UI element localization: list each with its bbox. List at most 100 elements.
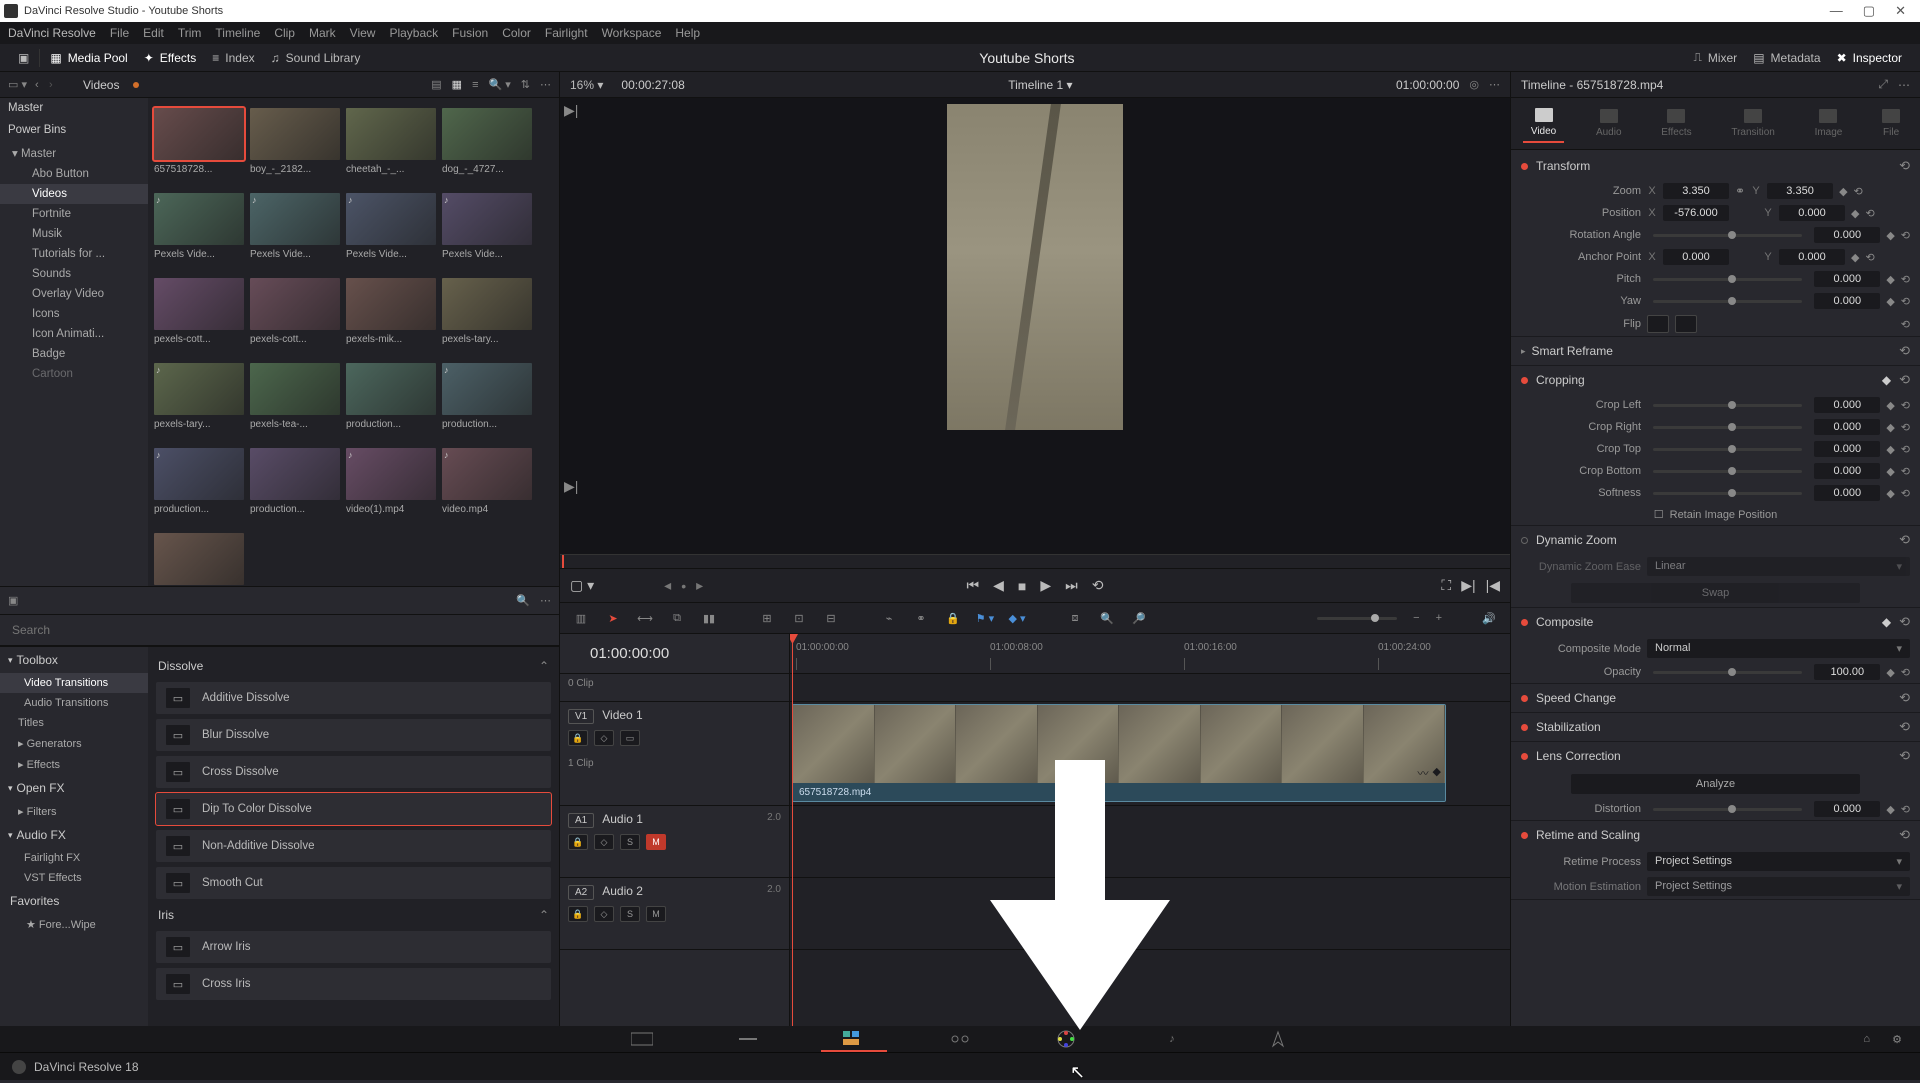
nav-fwd-icon[interactable]: › [49,79,63,91]
next-edit-icon[interactable]: ▶| [1461,577,1475,594]
bin-item[interactable]: Tutorials for ... [0,244,148,264]
goto-start-icon[interactable]: ⏮ [967,577,980,594]
section-cropping[interactable]: Cropping◆⟲ [1511,366,1920,394]
bin-item[interactable]: Icons [0,304,148,324]
minimize-button[interactable]: — [1830,3,1843,19]
search-icon[interactable]: 🔍 ▾ [489,78,511,91]
view-list-icon[interactable]: ▤ [431,78,441,91]
section-dynamic-zoom[interactable]: Dynamic Zoom⟲ [1511,526,1920,554]
menu-item[interactable]: View [350,26,376,40]
track-auto-icon[interactable]: ◇ [594,730,614,746]
menu-item[interactable]: Mark [309,26,336,40]
audio-toggle-icon[interactable]: 🔊 [1478,607,1500,629]
section-stabilization[interactable]: Stabilization⟲ [1511,713,1920,741]
track-lock-icon[interactable]: 🔒 [568,834,588,850]
media-clip[interactable]: dog_-_4727... [442,108,532,175]
snap-icon[interactable]: ⌁ [878,607,900,629]
analyze-button[interactable]: Analyze [1571,774,1860,794]
playhead[interactable] [792,634,793,1026]
options-icon[interactable]: ⋯ [540,78,551,91]
mixer-toggle[interactable]: ⎍Mixer [1685,47,1745,68]
favorite-item[interactable]: ★ Fore...Wipe [0,914,148,935]
fx-item[interactable]: ▭Cross Dissolve [156,756,551,788]
menu-item[interactable]: Color [502,26,531,40]
audiofx-header[interactable]: ▾Audio FX [0,822,148,848]
track-lock-icon[interactable]: 🔒 [568,906,588,922]
media-clip[interactable]: pexels-tea-... [250,363,340,430]
zoom-fit-icon[interactable]: ⧈ [1064,607,1086,629]
view-thumb-icon[interactable]: ▦ [452,78,462,91]
menu-item[interactable]: Timeline [215,26,260,40]
zoom-detail-icon[interactable]: 🔍 [1096,607,1118,629]
jump-next-icon[interactable]: ▶| [564,478,578,495]
fx-search-input[interactable] [8,619,551,641]
fx-group-header[interactable]: Iris⌃ [156,904,551,926]
v1-track-header[interactable]: V1Video 1 🔒 ◇ ▭ 1 Clip [560,702,789,806]
layout-button[interactable]: ▣ [10,48,37,68]
bin-dropdown-icon[interactable]: ▭ ▾ [8,78,27,91]
motion-est-dropdown[interactable]: Project Settings▾ [1647,877,1910,896]
tab-audio[interactable]: Audio [1588,105,1630,142]
track-lock-icon[interactable]: 🔒 [568,730,588,746]
toolbox-header[interactable]: ▾Toolbox [0,647,148,673]
fx-item[interactable]: ▭Arrow Iris [156,931,551,963]
fx-group-header[interactable]: Dissolve⌃ [156,655,551,677]
prev-edit-icon[interactable]: |◀ [1486,577,1500,594]
fx-item[interactable]: ▭Blur Dissolve [156,719,551,751]
crop-left-slider[interactable] [1653,404,1802,407]
dynamic-trim-icon[interactable]: ⧉ [666,607,688,629]
anchor-x-input[interactable]: 0.000 [1663,249,1729,265]
close-button[interactable]: ✕ [1895,3,1906,19]
bin-item[interactable]: Fortnite [0,204,148,224]
sort-icon[interactable]: ⇅ [521,78,530,91]
insert-icon[interactable]: ⊞ [756,607,778,629]
page-deliver-icon[interactable] [1265,1030,1291,1048]
empty-video-track-header[interactable]: 0 Clip [560,674,789,702]
media-pool-toggle[interactable]: ▦Media Pool [42,48,135,68]
pitch-slider[interactable] [1653,278,1802,281]
track-solo-button[interactable]: S [620,906,640,922]
menu-item[interactable]: Playback [389,26,438,40]
fx-tree-item[interactable]: Fairlight FX [0,848,148,868]
pos-y-input[interactable]: 0.000 [1779,205,1845,221]
tab-file[interactable]: File [1874,105,1908,142]
tab-video[interactable]: Video [1523,104,1564,143]
link-icon[interactable]: ⚭ [910,607,932,629]
menu-item[interactable]: Clip [274,26,295,40]
keyframe-icon[interactable]: ◆ [1839,185,1847,198]
menu-item[interactable]: Edit [143,26,164,40]
pb-master[interactable]: ▾ Master [0,142,148,164]
timeline-name[interactable]: Timeline 1 ▾ [685,78,1396,92]
menu-item[interactable]: File [110,26,129,40]
retime-process-dropdown[interactable]: Project Settings▾ [1647,852,1910,871]
a1-track-header[interactable]: A1Audio 1 2.0 🔒 ◇ S M [560,806,789,878]
match-frame-icon[interactable]: ◂ [664,577,671,594]
flip-h-button[interactable] [1647,315,1669,333]
viewer-scrubber[interactable] [560,554,1510,568]
media-clip[interactable] [154,533,244,586]
loop-icon[interactable]: ⟲ [1092,577,1104,594]
index-toggle[interactable]: ≡Index [204,48,262,68]
marker-icon[interactable]: ◆ ▾ [1006,607,1028,629]
track-mute-button[interactable]: M [646,834,666,850]
media-clip[interactable]: ♪production... [154,448,244,515]
section-lens[interactable]: Lens Correction⟲ [1511,742,1920,770]
track-auto-icon[interactable]: ◇ [594,834,614,850]
retain-position-check[interactable]: ☐Retain Image Position [1511,504,1920,525]
track-mute-button[interactable]: M [646,906,666,922]
search-icon[interactable]: 🔍 [516,594,530,607]
fx-tree-item[interactable]: Titles [0,713,148,733]
flag-icon[interactable]: ⚑ ▾ [974,607,996,629]
reset-icon[interactable]: ⟲ [1854,185,1863,198]
timeline-view-icon[interactable]: ▥ [570,607,592,629]
sound-library-toggle[interactable]: ♫Sound Library [263,48,369,68]
track-auto-icon[interactable]: ◇ [594,906,614,922]
fx-item[interactable]: ▭Dip To Color Dissolve [156,793,551,825]
options-icon[interactable]: ⋯ [540,594,551,607]
fx-item[interactable]: ▭Smooth Cut [156,867,551,899]
fx-item[interactable]: ▭Additive Dissolve [156,682,551,714]
section-smart-reframe[interactable]: ▸Smart Reframe⟲ [1511,337,1920,365]
metadata-toggle[interactable]: ▤Metadata [1745,48,1828,68]
bin-item[interactable]: Cartoon [0,364,148,384]
media-clip[interactable]: ♪pexels-tary... [154,363,244,430]
